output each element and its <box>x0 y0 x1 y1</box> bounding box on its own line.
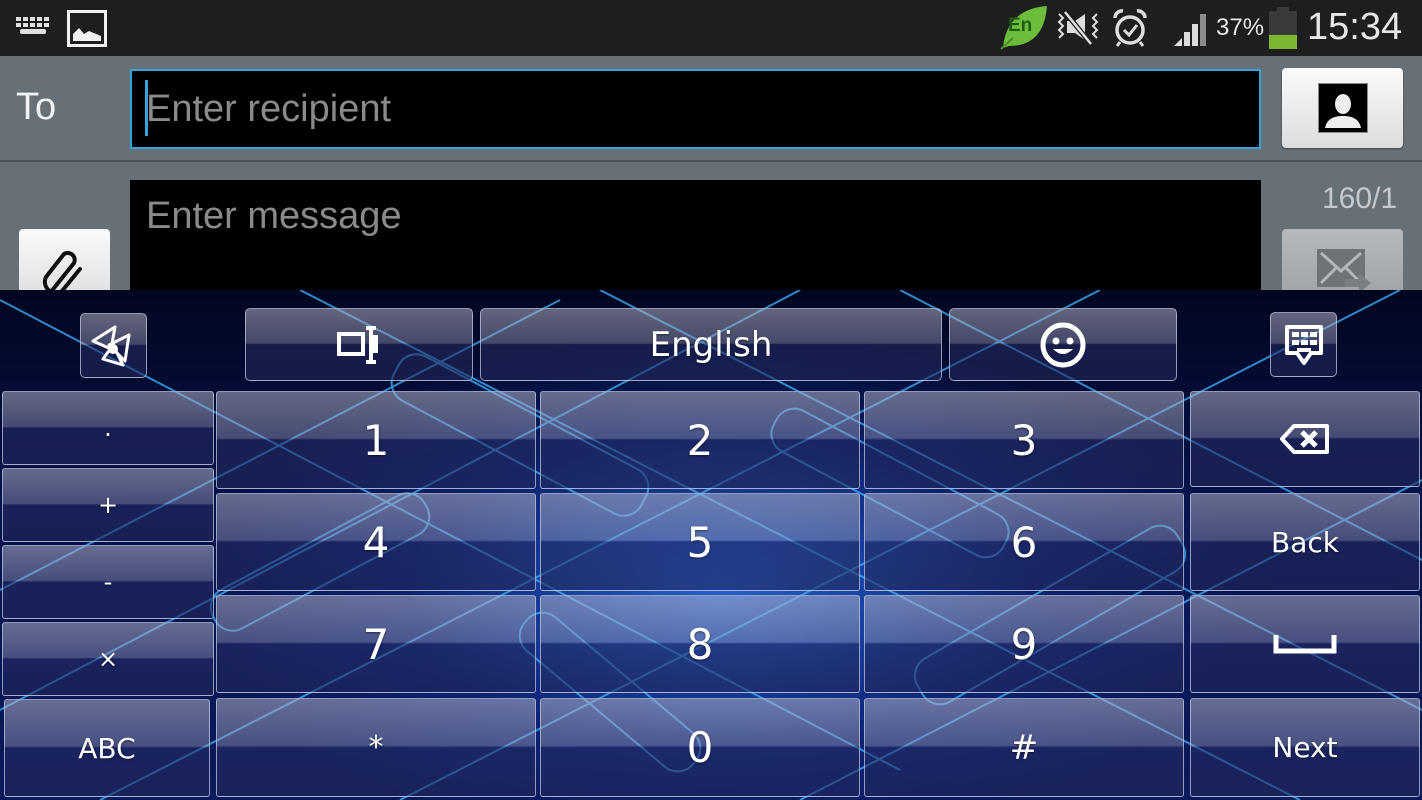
screen: En 37% 15:34 To Enter recipient Enter me… <box>0 0 1422 800</box>
key-7[interactable]: 7 <box>216 595 536 693</box>
clock: 15:34 <box>1307 6 1403 48</box>
cursor-control-button[interactable] <box>245 308 473 381</box>
key-6[interactable]: 6 <box>864 493 1184 591</box>
key-label: 3 <box>1010 415 1038 465</box>
compose-area: To 160/1 <box>0 56 1422 290</box>
language-leaf-icon: En <box>999 4 1051 50</box>
recipient-field[interactable] <box>130 69 1261 149</box>
status-bar: En 37% 15:34 <box>0 0 1422 56</box>
key-space[interactable] <box>1190 595 1420 693</box>
emoji-button[interactable] <box>949 308 1177 381</box>
key-label: Next <box>1272 731 1338 764</box>
key-label: 5 <box>686 517 714 567</box>
key-9[interactable]: 9 <box>864 595 1184 693</box>
key-label: 7 <box>362 619 390 669</box>
send-message-icon <box>1316 249 1371 290</box>
alarm-icon <box>1112 8 1148 48</box>
backspace-icon <box>1280 424 1329 454</box>
paperclip-icon <box>42 250 82 290</box>
emoji-icon <box>1040 322 1086 367</box>
key-minus[interactable]: - <box>2 545 214 619</box>
key-label: × <box>97 645 119 673</box>
key-label: Back <box>1271 525 1339 559</box>
to-label: To <box>16 86 57 128</box>
key-delete[interactable] <box>1190 391 1420 487</box>
contact-picker-button[interactable] <box>1282 68 1403 148</box>
key-label: 4 <box>362 517 390 567</box>
key-label: + <box>97 491 119 519</box>
hide-keyboard-button[interactable] <box>1270 312 1337 377</box>
key-period[interactable]: . <box>2 391 214 465</box>
battery-icon <box>1268 7 1298 49</box>
language-key[interactable]: English <box>480 308 942 381</box>
mute-vibrate-icon <box>1055 10 1101 46</box>
battery-percent: 37% <box>1216 14 1265 41</box>
key-label: . <box>104 414 112 442</box>
key-back[interactable]: Back <box>1190 493 1420 591</box>
key-abc[interactable]: ABC <box>4 699 210 797</box>
hide-keyboard-icon <box>1284 324 1323 365</box>
keyboard-settings-icon <box>91 325 130 366</box>
key-label: 6 <box>1010 517 1038 567</box>
keyboard-icon <box>16 16 50 38</box>
key-plus[interactable]: + <box>2 468 214 542</box>
key-4[interactable]: 4 <box>216 493 536 591</box>
keyboard: English . + - × ABC 1 2 3 4 5 6 7 8 9 * … <box>0 290 1422 800</box>
recipient-row: To <box>0 56 1422 162</box>
key-5[interactable]: 5 <box>540 493 860 591</box>
key-8[interactable]: 8 <box>540 595 860 693</box>
input-language-badge: En <box>1008 15 1033 36</box>
contact-icon <box>1317 83 1368 133</box>
send-button[interactable] <box>1282 229 1403 290</box>
key-2[interactable]: 2 <box>540 391 860 489</box>
key-label: 9 <box>1010 619 1038 669</box>
key-multiply[interactable]: × <box>2 622 214 696</box>
text-cursor-icon <box>337 325 378 364</box>
key-hash[interactable]: # <box>864 698 1184 797</box>
key-label: 0 <box>686 723 714 772</box>
key-1[interactable]: 1 <box>216 391 536 489</box>
image-icon <box>67 10 107 47</box>
key-label: 1 <box>362 415 390 465</box>
character-counter: 160/1 <box>1322 182 1398 215</box>
keyboard-settings-button[interactable] <box>80 313 147 378</box>
key-label: 8 <box>686 619 714 669</box>
key-3[interactable]: 3 <box>864 391 1184 489</box>
key-label: 2 <box>686 415 714 465</box>
attach-button[interactable] <box>19 229 110 290</box>
text-caret <box>145 80 148 136</box>
key-label: # <box>1009 727 1039 768</box>
language-label: English <box>649 324 773 365</box>
message-field[interactable] <box>130 180 1261 290</box>
signal-icon <box>1172 12 1210 46</box>
key-label: * <box>368 730 384 765</box>
key-0[interactable]: 0 <box>540 698 860 797</box>
key-label: - <box>103 568 113 596</box>
message-input[interactable] <box>130 180 1261 290</box>
key-next[interactable]: Next <box>1190 698 1420 797</box>
key-star[interactable]: * <box>216 698 536 797</box>
space-icon <box>1273 635 1337 654</box>
recipient-input[interactable] <box>132 71 1259 147</box>
key-label: ABC <box>78 731 136 765</box>
